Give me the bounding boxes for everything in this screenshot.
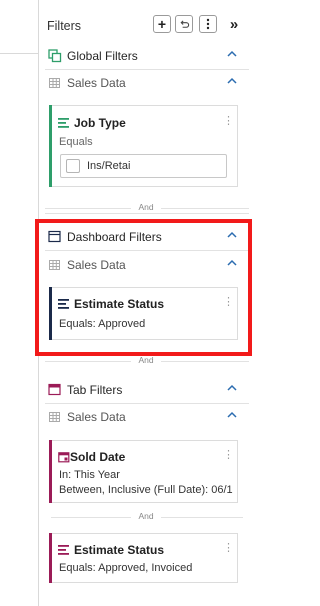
tab-filters-label: Tab Filters [67, 383, 123, 397]
chevron-up-icon[interactable] [225, 408, 239, 422]
card-more-icon[interactable]: ⋮ [223, 297, 234, 308]
card-more-icon[interactable]: ⋮ [223, 116, 234, 127]
tab-estimate-status-filter-card[interactable]: Estimate Status ⋮ Equals: Approved, Invo… [49, 533, 238, 583]
card-line-1: Equals: Approved, Invoiced [59, 562, 193, 574]
panel-title: Filters [47, 19, 82, 33]
card-accent-bar [49, 105, 52, 187]
chevron-up-icon[interactable] [225, 47, 239, 61]
table-icon [49, 412, 60, 422]
tab-datasource-label: Sales Data [67, 410, 126, 424]
and-label: And [138, 202, 154, 212]
text-field-icon [58, 545, 69, 555]
tab-datasource-header[interactable]: Sales Data [39, 405, 255, 429]
dashboard-icon [48, 230, 61, 243]
global-filters-icon [48, 49, 62, 63]
left-pane-stub [0, 0, 38, 606]
card-line-2: Between, Inclusive (Full Date): 06/1 [59, 484, 233, 496]
double-chevron-right-icon: » [229, 15, 239, 33]
and-label: And [138, 355, 154, 365]
dashboard-filters-header[interactable]: Dashboard Filters [39, 225, 255, 249]
job-type-filter-card[interactable]: Job Type ⋮ Equals Ins/Retai [49, 105, 238, 187]
collapse-panel-button[interactable]: » [225, 15, 243, 33]
chevron-up-icon[interactable] [225, 381, 239, 395]
chevron-up-icon[interactable] [225, 74, 239, 88]
more-vertical-icon [206, 18, 210, 30]
filter-option-field[interactable]: Ins/Retai [60, 154, 227, 178]
chevron-up-icon[interactable] [225, 228, 239, 242]
card-title: Estimate Status [74, 297, 165, 311]
tab-filters-header[interactable]: Tab Filters [39, 378, 255, 402]
text-field-icon [58, 299, 69, 309]
filters-panel: Filters + » Global Filters Sales Data Jo… [38, 0, 254, 606]
option-checkbox[interactable] [66, 159, 80, 173]
option-label: Ins/Retai [87, 160, 131, 172]
card-more-icon[interactable]: ⋮ [223, 450, 234, 461]
card-more-icon[interactable]: ⋮ [223, 543, 234, 554]
estimate-status-filter-card[interactable]: Estimate Status ⋮ Equals: Approved [49, 287, 238, 340]
filters-panel-header: Filters + » [39, 0, 254, 50]
and-separator: And [45, 355, 249, 367]
global-datasource-header[interactable]: Sales Data [39, 71, 255, 95]
card-operator: Equals [59, 136, 93, 148]
global-filters-label: Global Filters [67, 49, 138, 63]
section-divider [45, 213, 249, 214]
global-filters-header[interactable]: Global Filters [39, 44, 255, 68]
add-filter-button[interactable]: + [153, 15, 171, 33]
card-accent-bar [49, 287, 52, 340]
sold-date-filter-card[interactable]: Sold Date ⋮ In: This Year Between, Inclu… [49, 440, 238, 503]
card-value: Equals: Approved [59, 318, 146, 330]
card-title: Estimate Status [74, 543, 165, 557]
calendar-icon [58, 452, 70, 463]
card-title: Job Type [74, 116, 126, 130]
and-separator: And [45, 511, 249, 523]
card-line-1: In: This Year [59, 469, 120, 481]
left-pane-divider [0, 53, 38, 54]
and-label: And [138, 511, 154, 521]
table-icon [49, 260, 60, 270]
card-accent-bar [49, 440, 52, 503]
dashboard-filters-label: Dashboard Filters [67, 230, 162, 244]
card-title: Sold Date [70, 450, 126, 464]
dashboard-datasource-header[interactable]: Sales Data [39, 253, 255, 277]
section-divider [45, 69, 249, 70]
undo-button[interactable] [175, 15, 193, 33]
section-divider [45, 403, 249, 404]
section-divider [45, 250, 249, 251]
more-options-button[interactable] [199, 15, 217, 33]
undo-icon [180, 19, 189, 28]
card-accent-bar [49, 533, 52, 583]
text-field-icon [58, 118, 69, 128]
plus-icon: + [157, 16, 167, 32]
dashboard-datasource-label: Sales Data [67, 258, 126, 272]
table-icon [49, 78, 60, 88]
global-datasource-label: Sales Data [67, 76, 126, 90]
tab-icon [48, 383, 61, 396]
chevron-up-icon[interactable] [225, 256, 239, 270]
